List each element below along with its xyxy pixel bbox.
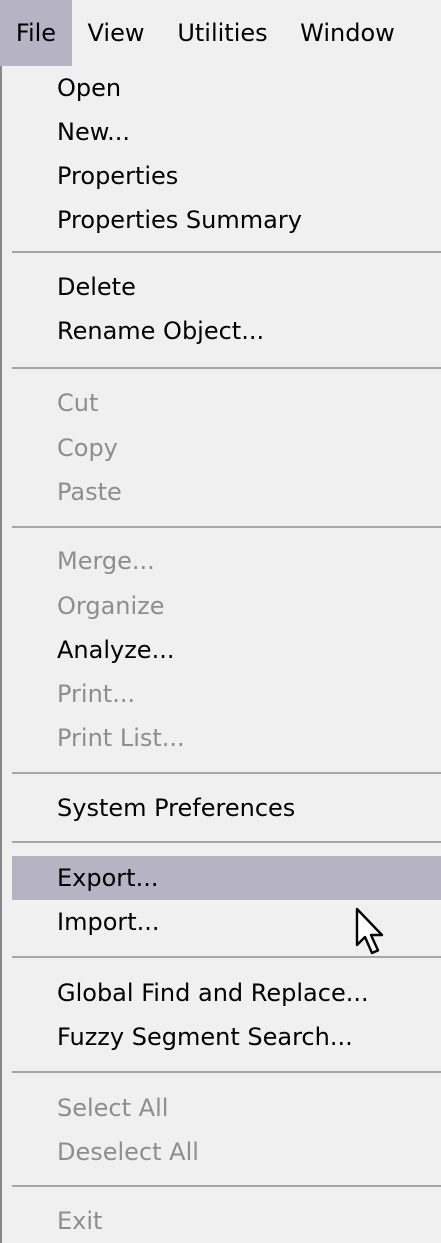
menu-bar: File View Utilities Window [0,0,441,66]
menu-item-label: Merge... [57,547,155,575]
menu-item-label: System Preferences [57,794,296,822]
menu-item-label: Global Find and Replace... [57,979,369,1007]
menu-item-properties-summary[interactable]: Properties Summary [12,198,441,242]
menu-item-label: Export... [57,864,159,892]
menu-item-rename-object[interactable]: Rename Object... [12,309,441,353]
mouse-pointer-icon [355,907,384,955]
menu-item-paste: Paste [12,470,441,514]
menu-item-label: Fuzzy Segment Search... [57,1023,353,1051]
menu-item-organize: Organize [12,584,441,628]
menu-item-select-all: Select All [12,1086,441,1130]
menu-item-label: Open [57,74,122,102]
menu-item-label: New... [57,118,131,146]
menu-separator [12,841,441,843]
menu-item-label: Print List... [57,724,185,752]
menu-item-label: Deselect All [57,1138,199,1166]
menu-utilities[interactable]: Utilities [160,0,285,66]
menu-item-label: Organize [57,592,165,620]
menu-item-merge: Merge... [12,539,441,583]
menu-item-print: Print... [12,672,441,716]
menu-item-label: Cut [57,389,99,417]
menu-window[interactable]: Window [285,0,410,66]
menu-item-fuzzy-segment-search[interactable]: Fuzzy Segment Search... [12,1015,441,1059]
menu-left-edge [0,66,2,1243]
menu-separator [12,1071,441,1073]
menu-separator [12,772,441,774]
menu-item-label: Copy [57,434,118,462]
menu-separator [12,367,441,369]
menu-view[interactable]: View [72,0,160,66]
menu-item-label: Print... [57,680,136,708]
menu-item-label: Rename Object... [57,317,265,345]
menu-item-new[interactable]: New... [12,110,441,154]
menu-item-label: Properties Summary [57,206,302,234]
menu-separator [12,526,441,528]
menu-file[interactable]: File [0,0,72,66]
menu-item-label: Exit [57,1207,103,1235]
menu-item-delete[interactable]: Delete [12,265,441,309]
menu-item-label: Analyze... [57,636,175,664]
menu-item-label: Paste [57,478,122,506]
menu-item-open[interactable]: Open [12,66,441,110]
menu-item-label: Delete [57,273,136,301]
menu-item-analyze[interactable]: Analyze... [12,628,441,672]
menu-item-label: Import... [57,908,160,936]
menu-item-cut: Cut [12,381,441,425]
menu-item-label: Select All [57,1094,169,1122]
menu-item-print-list: Print List... [12,716,441,760]
menu-item-export[interactable]: Export... [12,856,441,900]
menu-item-properties[interactable]: Properties [12,154,441,198]
menu-item-exit: Exit [12,1199,441,1243]
menu-item-label: Properties [57,162,179,190]
menu-item-global-find-replace[interactable]: Global Find and Replace... [12,971,441,1015]
menu-separator [12,251,441,253]
menu-separator [12,1185,441,1187]
menu-item-system-preferences[interactable]: System Preferences [12,786,441,830]
file-dropdown-menu: Open New... Properties Properties Summar… [0,66,441,1243]
menu-item-deselect-all: Deselect All [12,1130,441,1174]
menu-item-copy: Copy [12,426,441,470]
